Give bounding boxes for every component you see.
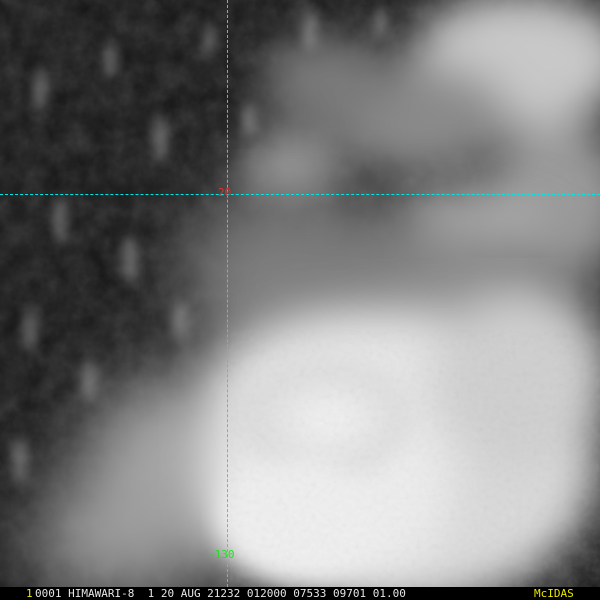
caption-text: 0001 HIMAWARI-8 1 20 AUG 21232 012000 07…: [35, 587, 406, 600]
longitude-label: -130: [208, 548, 235, 561]
caption-bar: 1 0001 HIMAWARI-8 1 20 AUG 21232 012000 …: [0, 587, 600, 600]
satellite-frame: 20 -130 1 0001 HIMAWARI-8 1 20 AUG 21232…: [0, 0, 600, 600]
satellite-image: [0, 0, 600, 600]
caption-frame-number: 1: [26, 587, 33, 600]
latitude-label: 20: [218, 186, 232, 199]
mcidas-logo: McIDAS: [534, 587, 574, 600]
